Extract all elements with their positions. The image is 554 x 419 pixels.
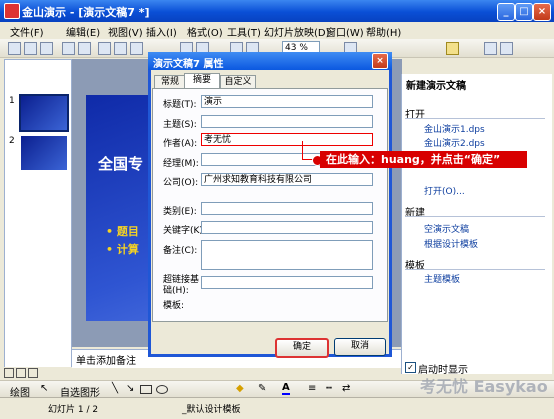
new-blank-link[interactable]: 空演示文稿 xyxy=(424,222,469,235)
slide-number: 2 xyxy=(9,136,15,146)
menu-edit[interactable]: 编辑(E) xyxy=(66,24,100,39)
menu-slideshow[interactable]: 幻灯片放映(D) xyxy=(264,24,330,39)
slide-counter: 幻灯片 1 / 2 xyxy=(48,405,99,415)
company-field[interactable]: 广州求知教育科技有限公司 xyxy=(201,173,373,186)
arrow-icon[interactable]: ↘ xyxy=(126,383,134,394)
menu-file[interactable]: 文件(F) xyxy=(10,24,44,39)
font-color-icon[interactable] xyxy=(446,42,459,55)
hyperlink-base-field[interactable] xyxy=(201,276,373,289)
recent-file-1[interactable]: 金山演示1.dps xyxy=(424,122,485,135)
startup-checkbox[interactable]: ✓ xyxy=(405,362,416,373)
category-field[interactable] xyxy=(201,202,373,215)
print-icon[interactable] xyxy=(62,42,75,55)
keywords-label: 关键字(K): xyxy=(163,226,206,236)
menu-format[interactable]: 格式(O) xyxy=(187,24,223,39)
dialog-title-bar: 演示文稿7 属性 × xyxy=(148,52,392,70)
instruction-callout: 在此输入：huang，并点击“确定” xyxy=(320,151,527,168)
recent-file-2[interactable]: 金山演示2.dps xyxy=(424,136,485,149)
hyperlink-base-label: 超链接基础(H): xyxy=(163,275,200,296)
theme-template-link[interactable]: 主题模板 xyxy=(424,272,460,285)
template-label: 模板: xyxy=(163,301,185,311)
layout-icon[interactable] xyxy=(484,42,497,55)
dialog-close-button[interactable]: × xyxy=(372,53,388,69)
new-from-template-link[interactable]: 根据设计模板 xyxy=(424,237,478,250)
tab-custom[interactable]: 自定义 xyxy=(220,75,256,89)
paste-icon[interactable] xyxy=(130,42,143,55)
design-icon[interactable] xyxy=(500,42,513,55)
menu-help[interactable]: 帮助(H) xyxy=(366,24,401,39)
print-preview-icon[interactable] xyxy=(78,42,91,55)
comments-field[interactable] xyxy=(201,240,373,270)
normal-view-icon[interactable] xyxy=(4,368,14,378)
divider xyxy=(405,269,545,270)
arrow-style-icon[interactable]: ⇄ xyxy=(342,383,350,394)
task-pane-title: 新建演示文稿 xyxy=(406,81,466,92)
tab-general[interactable]: 常规 xyxy=(154,75,186,89)
divider xyxy=(405,118,545,119)
slide-bullet[interactable]: • 计算 xyxy=(106,241,139,257)
line-color-icon[interactable]: ✎ xyxy=(258,383,266,394)
slide-thumbnail-1[interactable] xyxy=(19,94,69,132)
ok-button[interactable]: 确定 xyxy=(275,338,329,358)
open-link[interactable]: 打开(O)... xyxy=(424,184,465,197)
title-field[interactable]: 演示 xyxy=(201,95,373,108)
company-label: 公司(O): xyxy=(163,178,199,188)
slideshow-icon[interactable] xyxy=(28,368,38,378)
watermark-logo: 考无忧 Easykao xyxy=(420,377,548,396)
line-icon[interactable]: ╲ xyxy=(112,383,118,394)
cut-icon[interactable] xyxy=(98,42,111,55)
save-icon[interactable] xyxy=(40,42,53,55)
title-label: 标题(T): xyxy=(163,100,197,110)
cancel-button[interactable]: 取消 xyxy=(334,338,386,356)
dash-style-icon[interactable]: ┅ xyxy=(326,383,332,394)
manager-label: 经理(M): xyxy=(163,159,199,169)
slide-thumbnail-2[interactable] xyxy=(21,136,67,170)
app-icon xyxy=(4,3,20,19)
status-bar: 幻灯片 1 / 2 _默认设计模板 xyxy=(0,397,554,419)
font-color-icon[interactable]: A xyxy=(282,382,290,395)
callout-text: 在此输入：huang，并点击“确定” xyxy=(326,153,501,166)
new-icon[interactable] xyxy=(8,42,21,55)
line-style-icon[interactable]: ≡ xyxy=(308,383,316,394)
fill-color-icon[interactable]: ◆ xyxy=(236,383,244,394)
open-icon[interactable] xyxy=(24,42,37,55)
slide-thumbnail-panel: 1 2 xyxy=(4,59,72,369)
keywords-field[interactable] xyxy=(201,221,373,234)
title-bar: 金山演示 - [演示文稿7 *] _ □ × xyxy=(0,0,554,22)
subject-field[interactable] xyxy=(201,115,373,128)
author-label: 作者(A): xyxy=(163,139,198,149)
window-title: 金山演示 - [演示文稿7 *] xyxy=(22,6,150,19)
subject-label: 主题(S): xyxy=(163,120,197,130)
dialog-title: 演示文稿7 属性 xyxy=(153,59,224,70)
task-pane: 新建演示文稿 打开 金山演示1.dps 金山演示2.dps 打开(O)... 新… xyxy=(401,74,552,376)
menu-insert[interactable]: 插入(I) xyxy=(146,24,177,39)
divider xyxy=(405,216,545,217)
slide-sorter-icon[interactable] xyxy=(16,368,26,378)
notes-placeholder: 单击添加备注 xyxy=(76,356,136,367)
copy-icon[interactable] xyxy=(114,42,127,55)
view-switcher xyxy=(0,367,72,380)
author-field[interactable]: 考无忧 xyxy=(201,133,373,146)
menu-view[interactable]: 视图(V) xyxy=(108,24,143,39)
slide-number: 1 xyxy=(9,96,15,106)
oval-icon[interactable] xyxy=(156,385,168,394)
design-template-name: _默认设计模板 xyxy=(182,405,241,415)
close-button[interactable]: × xyxy=(533,3,551,21)
select-arrow-icon[interactable]: ↖ xyxy=(40,383,48,394)
slide-title[interactable]: 全国专 xyxy=(98,153,143,174)
menu-bar: 文件(F) 编辑(E) 视图(V) 插入(I) 格式(O) 工具(T) 幻灯片放… xyxy=(0,22,554,40)
menu-window[interactable]: 窗口(W) xyxy=(326,24,364,39)
rectangle-icon[interactable] xyxy=(140,385,152,394)
category-label: 类别(E): xyxy=(163,207,197,217)
minimize-button[interactable]: _ xyxy=(497,3,515,21)
tab-summary[interactable]: 摘要 xyxy=(184,73,220,89)
slide-bullet[interactable]: • 题目 xyxy=(106,223,139,239)
menu-tools[interactable]: 工具(T) xyxy=(227,24,261,39)
comments-label: 备注(C): xyxy=(163,246,198,256)
maximize-button[interactable]: □ xyxy=(515,3,533,21)
